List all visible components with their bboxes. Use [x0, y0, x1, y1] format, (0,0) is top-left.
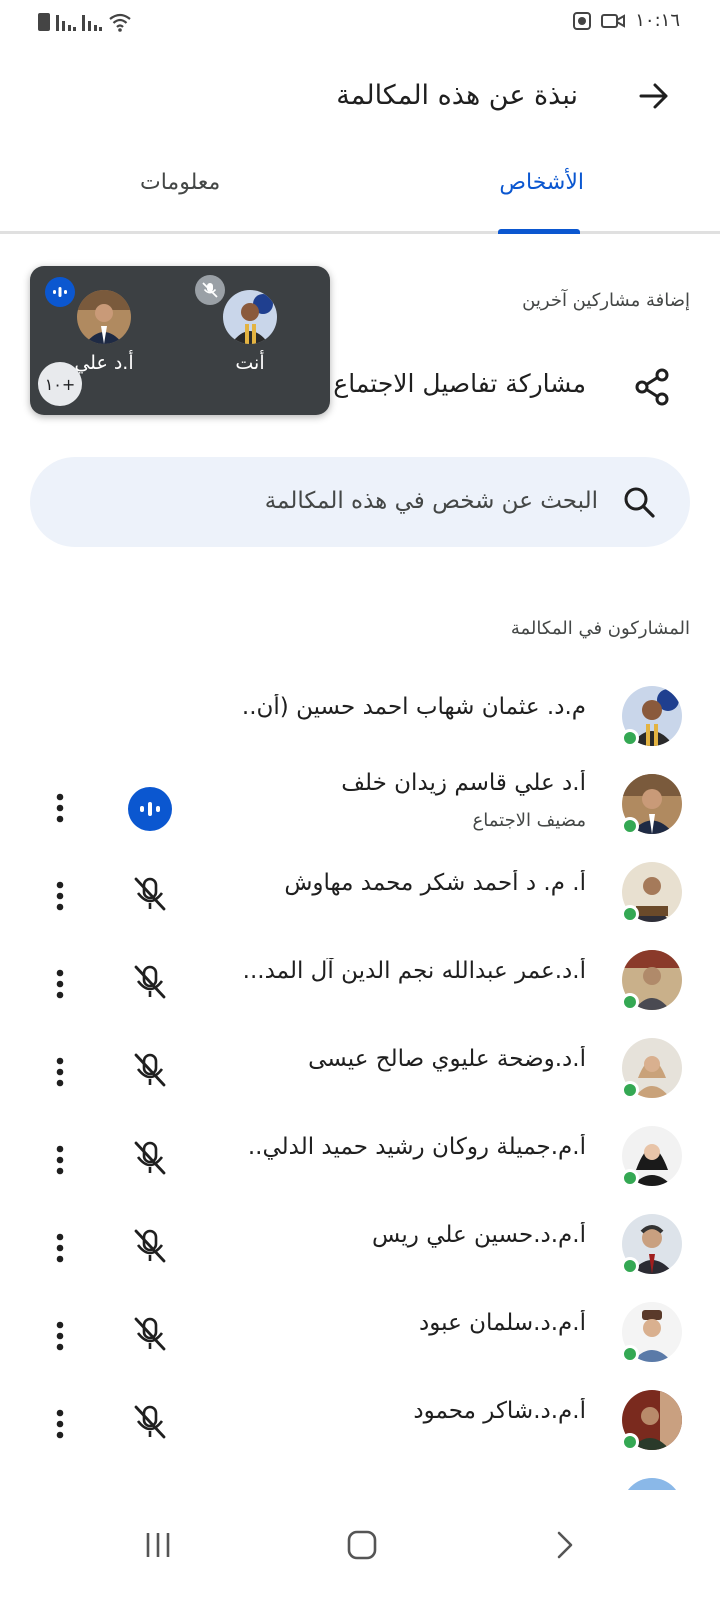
video-icon — [601, 13, 626, 28]
status-icons-right: ١٠:١٦ — [573, 10, 680, 31]
status-time: ١٠:١٦ — [635, 10, 680, 31]
more-options-icon[interactable] — [44, 876, 76, 916]
back-button[interactable] — [632, 74, 676, 118]
more-participants-badge[interactable]: +١٠ — [38, 362, 82, 406]
participant-name: م.د. عثمان شهاب احمد حسين (أن.. — [241, 694, 586, 720]
share-label: مشاركة تفاصيل الاجتماع — [333, 369, 586, 398]
avatar — [621, 686, 682, 747]
participants-overlay[interactable]: أنت أ.د علي +١٠ — [30, 266, 330, 415]
share-icon — [632, 367, 672, 411]
avatar — [621, 1126, 682, 1187]
self-tile[interactable]: أنت — [190, 290, 310, 374]
signal-icon — [82, 15, 102, 31]
online-status-dot — [621, 905, 639, 923]
tab-people[interactable]: الأشخاص — [499, 170, 584, 195]
avatar — [77, 290, 131, 344]
online-status-dot — [621, 1345, 639, 1363]
mic-off-icon — [130, 1402, 170, 1442]
tab-info[interactable]: معلومات — [140, 170, 220, 195]
mic-off-icon — [130, 962, 170, 1002]
participant-name: أ.م.جميلة روكان رشيد حميد الدلي.. — [247, 1134, 586, 1160]
mic-off-icon — [130, 1226, 170, 1266]
status-bar: ١٠:١٦ — [0, 0, 720, 44]
more-options-icon[interactable] — [44, 1140, 76, 1180]
more-options-icon[interactable] — [44, 1316, 76, 1356]
avatar — [621, 774, 682, 835]
participant-row[interactable]: أ.م.د.شاكر محمود — [0, 1376, 720, 1466]
section-label: المشاركون في المكالمة — [510, 618, 690, 639]
battery-icon — [38, 13, 50, 31]
participant-row[interactable]: أ.م.د.حسين علي ريس — [0, 1200, 720, 1290]
search-icon — [622, 485, 656, 523]
self-name: أنت — [235, 352, 265, 374]
avatar — [621, 862, 682, 923]
avatar — [223, 290, 277, 344]
online-status-dot — [621, 817, 639, 835]
participant-row[interactable]: أ.م.جميلة روكان رشيد حميد الدلي.. — [0, 1112, 720, 1202]
mic-off-icon — [130, 1050, 170, 1090]
participant-row[interactable]: أ.د علي قاسم زيدان خلف مضيف الاجتماع — [0, 760, 720, 850]
participant-row[interactable]: أ. م. د أحمد شكر محمد مهاوش — [0, 848, 720, 938]
online-status-dot — [621, 729, 639, 747]
mic-off-icon — [130, 1138, 170, 1178]
participant-search[interactable] — [30, 457, 690, 547]
participant-role: مضيف الاجتماع — [472, 810, 587, 831]
back-nav-icon[interactable] — [544, 1525, 584, 1565]
home-icon[interactable] — [342, 1525, 382, 1565]
avatar — [621, 1038, 682, 1099]
arrow-right-icon — [639, 83, 668, 109]
screen-record-icon — [573, 11, 592, 30]
more-options-icon[interactable] — [44, 1404, 76, 1444]
participant-name: أ.م.د.شاكر محمود — [413, 1398, 586, 1424]
online-status-dot — [621, 993, 639, 1011]
signal-icon — [56, 15, 76, 31]
add-participants-link[interactable]: إضافة مشاركين آخرين — [522, 290, 690, 311]
app-header: نبذة عن هذه المكالمة — [0, 60, 720, 132]
mic-off-icon — [130, 1314, 170, 1354]
recent-apps-icon[interactable] — [138, 1525, 178, 1565]
participant-row[interactable]: أ.د.عمر عبدالله نجم الدين آل المد... — [0, 936, 720, 1026]
more-options-icon[interactable] — [44, 964, 76, 1004]
online-status-dot — [621, 1081, 639, 1099]
speaking-indicator-icon — [128, 787, 172, 831]
participant-name: أ. م. د أحمد شكر محمد مهاوش — [284, 870, 586, 896]
avatar — [621, 1302, 682, 1363]
search-input[interactable] — [78, 481, 598, 521]
page-title: نبذة عن هذه المكالمة — [336, 80, 578, 111]
participant-name: أ.د.وضحة عليوي صالح عيسى — [308, 1046, 586, 1072]
online-status-dot — [621, 1433, 639, 1451]
more-options-icon[interactable] — [44, 788, 76, 828]
avatar — [621, 1390, 682, 1451]
participant-name: أ.د علي قاسم زيدان خلف — [341, 770, 586, 796]
tab-bar: الأشخاص معلومات — [0, 150, 720, 234]
participant-row[interactable]: م.د. عثمان شهاب احمد حسين (أن.. — [0, 672, 720, 762]
online-status-dot — [621, 1257, 639, 1275]
more-options-icon[interactable] — [44, 1228, 76, 1268]
wifi-icon — [109, 13, 131, 32]
participant-name: أ.د.عمر عبدالله نجم الدين آل المد... — [242, 958, 586, 984]
participant-row[interactable]: أ.م.د.سلمان عبود — [0, 1288, 720, 1378]
avatar — [621, 950, 682, 1011]
participant-row[interactable]: أ.د.وضحة عليوي صالح عيسى — [0, 1024, 720, 1114]
participant-name: أ.م.د.حسين علي ريس — [372, 1222, 586, 1248]
more-options-icon[interactable] — [44, 1052, 76, 1092]
online-status-dot — [621, 1169, 639, 1187]
mic-off-icon — [130, 874, 170, 914]
participant-name: أ.م.د.سلمان عبود — [419, 1310, 586, 1336]
status-icons-left — [38, 12, 132, 32]
active-tab-indicator — [498, 229, 580, 234]
system-nav-bar — [0, 1490, 720, 1600]
avatar — [621, 1214, 682, 1275]
